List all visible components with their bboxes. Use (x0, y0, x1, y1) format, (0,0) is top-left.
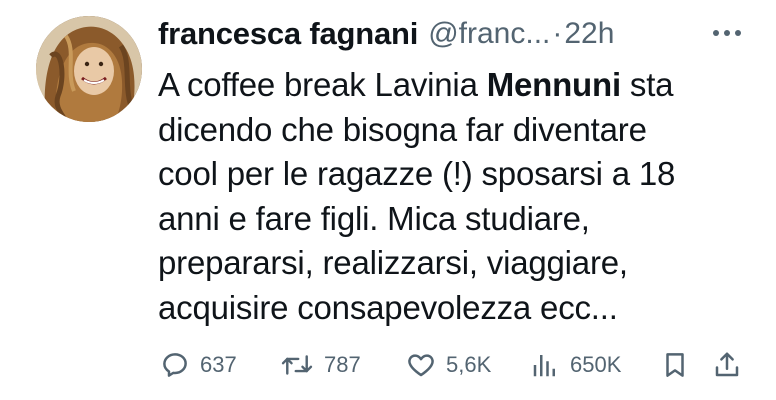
reply-icon (163, 353, 187, 377)
retweet-count: 787 (324, 352, 361, 377)
avatar-image (36, 16, 142, 122)
tweet-text-line: A coffee break Lavinia Mennuni sta (158, 63, 758, 108)
reply-count: 637 (200, 352, 237, 377)
retweet-icon (281, 355, 313, 375)
tweet-text-line: acquisire consapevolezza ecc... (158, 288, 618, 326)
tweet-text-line: prepararsi, realizzarsi, viaggiare, (158, 244, 628, 281)
tweet-text-line: anni e fare figli. Mica studiare, (158, 199, 590, 237)
tweet-text-line: cool per le ragazze (!) sposarsi a 18 (158, 155, 676, 192)
tweet-header: francesca fagnani @franc... · 22h (158, 14, 614, 54)
reply-button[interactable]: 637 (160, 345, 237, 385)
bookmark-icon (666, 353, 684, 377)
more-dots-icon (713, 30, 741, 36)
tweet-card[interactable]: francesca fagnani @franc... · 22h A coff… (0, 0, 776, 400)
tweet-text: A coffee break Lavinia Mennuni sta dicen… (158, 63, 758, 330)
action-bar: 637 787 5,6K 650K (160, 345, 750, 385)
author-name[interactable]: francesca fagnani (158, 16, 418, 52)
views-count: 650K (570, 352, 622, 377)
like-count: 5,6K (446, 352, 492, 377)
like-button[interactable]: 5,6K (406, 345, 491, 385)
timestamp[interactable]: 22h (564, 17, 614, 51)
more-options-button[interactable] (710, 18, 744, 48)
bookmark-button[interactable] (660, 345, 690, 385)
text-segment: A coffee break Lavinia (158, 66, 487, 103)
share-icon (715, 352, 739, 377)
views-bar-chart-icon (533, 355, 555, 377)
avatar[interactable] (36, 16, 142, 122)
views-button[interactable]: 650K (530, 345, 621, 385)
separator-dot: · (552, 17, 563, 50)
author-handle[interactable]: @franc... (428, 17, 550, 51)
share-button[interactable] (712, 345, 742, 385)
text-segment-bold: Mennuni (486, 66, 621, 103)
retweet-button[interactable]: 787 (280, 345, 361, 385)
heart-icon (408, 354, 434, 377)
text-segment: sta (620, 66, 674, 103)
tweet-text-line: dicendo che bisogna far diventare (158, 110, 647, 148)
